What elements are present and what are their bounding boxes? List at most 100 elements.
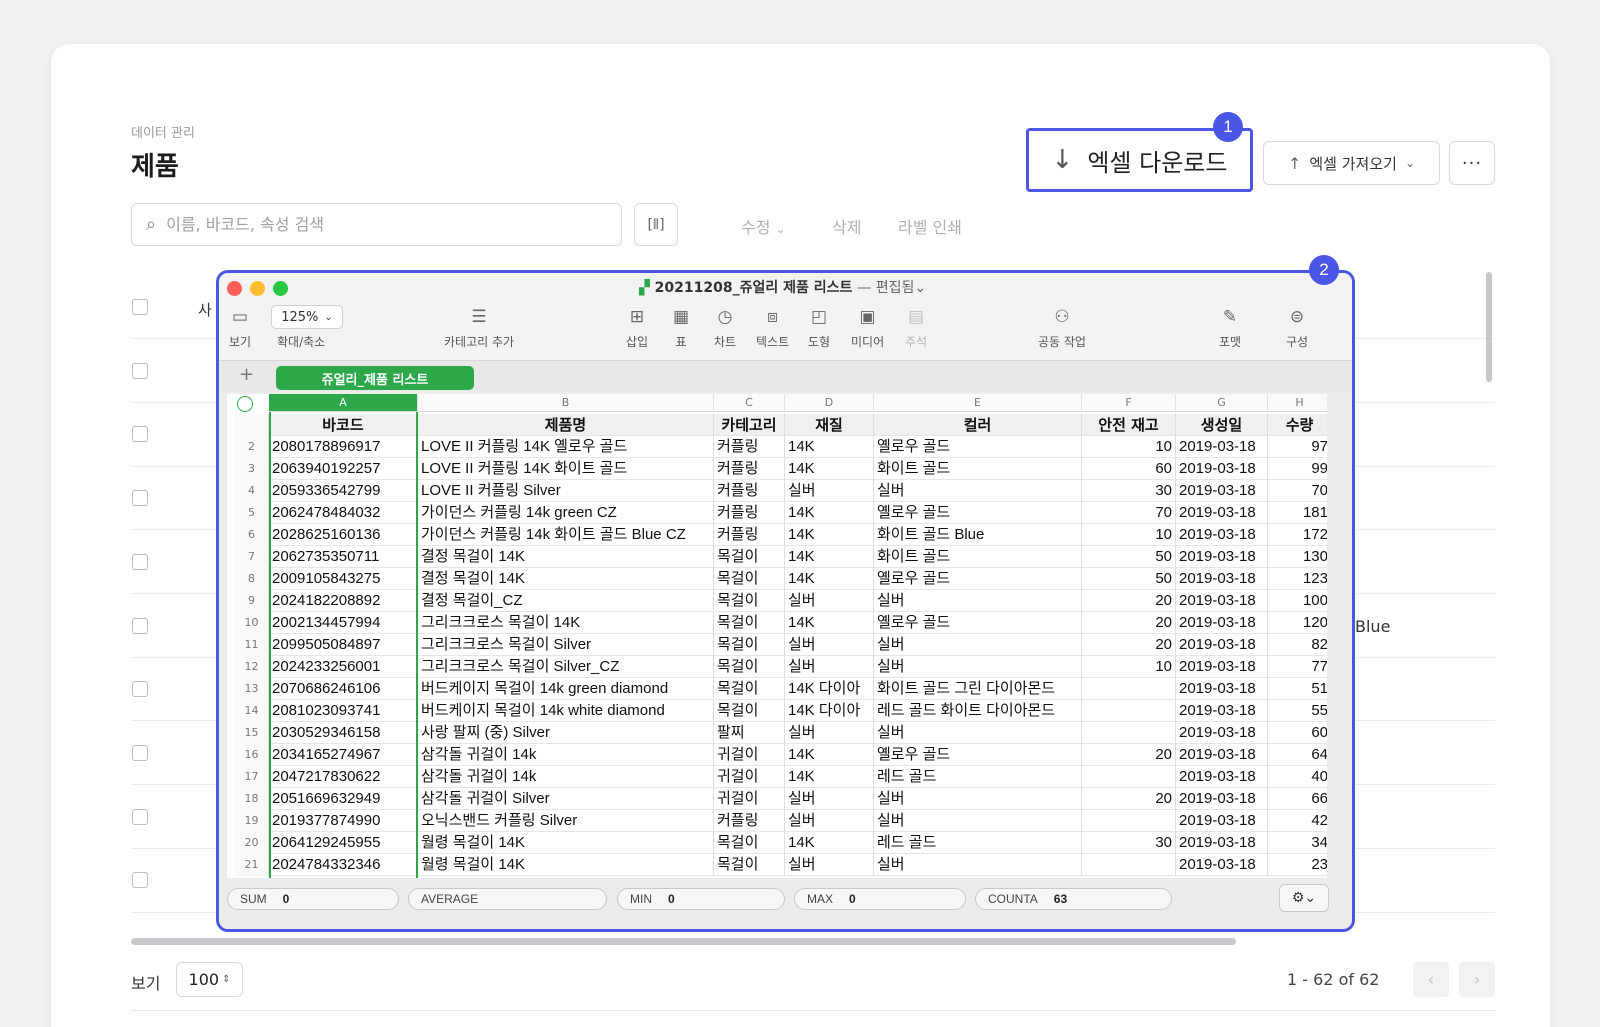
table-cell[interactable]: 23 <box>1268 854 1327 876</box>
sheet-tab[interactable]: 쥬얼리_제품 리스트 <box>276 366 474 390</box>
table-cell[interactable]: 옐로우 골드 <box>874 436 1082 458</box>
table-cell[interactable]: 실버 <box>874 590 1082 612</box>
table-cell[interactable]: 커플링 <box>714 480 785 502</box>
row-number[interactable]: 11 <box>235 634 269 656</box>
table-cell[interactable]: 99 <box>1268 458 1327 480</box>
toolbar-insert[interactable]: ⊞ 삽입 <box>626 305 648 350</box>
table-cell[interactable]: 2062478484032 <box>269 502 418 524</box>
table-cell[interactable]: 버드케이지 목걸이 14k green diamond <box>418 678 714 700</box>
row-checkbox[interactable] <box>132 681 148 697</box>
table-cell[interactable]: LOVE II 커플링 Silver <box>418 480 714 502</box>
table-cell[interactable]: 2063940192257 <box>269 458 418 480</box>
table-cell[interactable]: 목걸이 <box>714 700 785 722</box>
table-cell[interactable]: 커플링 <box>714 502 785 524</box>
table-cell[interactable]: 2019-03-18 <box>1176 766 1268 788</box>
table-cell[interactable]: 2019-03-18 <box>1176 568 1268 590</box>
table-cell[interactable]: 2024182208892 <box>269 590 418 612</box>
spreadsheet-window[interactable]: ▞ 20211208_쥬얼리 제품 리스트 — 편집됨⌄ ▭ 보기 125% ⌄… <box>216 270 1355 932</box>
table-cell[interactable]: 팔찌 <box>714 722 785 744</box>
table-cell[interactable]: 커플링 <box>714 810 785 832</box>
table-cell[interactable]: 20 <box>1082 744 1176 766</box>
table-cell[interactable]: 목걸이 <box>714 854 785 876</box>
table-cell[interactable]: 실버 <box>785 810 874 832</box>
toolbar-shape[interactable]: ◰ 도형 <box>808 305 830 350</box>
row-number[interactable]: 3 <box>235 458 269 480</box>
header-cell[interactable]: 카테고리 <box>714 414 785 436</box>
table-cell[interactable]: 20 <box>1082 590 1176 612</box>
row-number[interactable]: 16 <box>235 744 269 766</box>
table-cell[interactable]: 2019-03-18 <box>1176 722 1268 744</box>
table-cell[interactable]: 실버 <box>785 480 874 502</box>
row-number[interactable]: 14 <box>235 700 269 722</box>
table-cell[interactable]: 옐로우 골드 <box>874 568 1082 590</box>
column-header[interactable]: F <box>1082 394 1176 412</box>
table-cell[interactable]: LOVE II 커플링 14K 화이트 골드 <box>418 458 714 480</box>
row-number[interactable]: 10 <box>235 612 269 634</box>
document-title[interactable]: ▞ 20211208_쥬얼리 제품 리스트 — 편집됨⌄ <box>639 277 926 297</box>
table-cell[interactable]: 30 <box>1082 832 1176 854</box>
table-cell[interactable]: 그리크크로스 목걸이 Silver <box>418 634 714 656</box>
stat-average[interactable]: AVERAGE <box>408 888 607 910</box>
table-cell[interactable]: 실버 <box>874 480 1082 502</box>
zoom-select[interactable]: 125% ⌄ <box>271 305 343 329</box>
table-cell[interactable]: 화이트 골드 <box>874 546 1082 568</box>
stat-sum[interactable]: SUM 0 <box>227 888 399 910</box>
table-cell[interactable]: 커플링 <box>714 436 785 458</box>
horizontal-scrollbar[interactable] <box>131 938 1236 945</box>
table-cell[interactable]: 55 <box>1268 700 1327 722</box>
breadcrumb[interactable]: 데이터 관리 <box>131 122 195 141</box>
table-cell[interactable]: 2019-03-18 <box>1176 590 1268 612</box>
table-cell[interactable]: 실버 <box>874 656 1082 678</box>
table-cell[interactable]: 레드 골드 <box>874 832 1082 854</box>
table-cell[interactable]: 2019-03-18 <box>1176 458 1268 480</box>
table-cell[interactable]: 181 <box>1268 502 1327 524</box>
table-cell[interactable]: 64 <box>1268 744 1327 766</box>
column-header[interactable]: C <box>714 394 785 412</box>
more-button[interactable]: ··· <box>1449 141 1495 185</box>
column-header[interactable]: B <box>418 394 714 412</box>
table-cell[interactable]: 월령 목걸이 14K <box>418 832 714 854</box>
row-number[interactable]: 5 <box>235 502 269 524</box>
table-cell[interactable]: 삼각돌 귀걸이 Silver <box>418 788 714 810</box>
table-cell[interactable]: 70 <box>1082 502 1176 524</box>
table-cell[interactable]: 버드케이지 목걸이 14k white diamond <box>418 700 714 722</box>
table-cell[interactable]: 172 <box>1268 524 1327 546</box>
table-cell[interactable]: 10 <box>1082 524 1176 546</box>
table-cell[interactable]: 실버 <box>785 590 874 612</box>
table-cell[interactable]: 2019377874990 <box>269 810 418 832</box>
table-cell[interactable]: 14K <box>785 832 874 854</box>
table-cell[interactable]: 2019-03-18 <box>1176 788 1268 810</box>
row-number[interactable]: 7 <box>235 546 269 568</box>
row-number[interactable]: 8 <box>235 568 269 590</box>
table-cell[interactable]: 14K <box>785 436 874 458</box>
row-checkbox[interactable] <box>132 363 148 379</box>
table-cell[interactable]: 70 <box>1268 480 1327 502</box>
table-cell[interactable]: 10 <box>1082 436 1176 458</box>
table-cell[interactable]: 40 <box>1268 766 1327 788</box>
table-cell[interactable]: 목걸이 <box>714 832 785 854</box>
table-cell[interactable]: 2064129245955 <box>269 832 418 854</box>
table-cell[interactable]: 삼각돌 귀걸이 14k <box>418 766 714 788</box>
edit-action[interactable]: 수정 ⌄ <box>741 214 786 238</box>
table-handle-icon[interactable] <box>237 396 253 412</box>
table-cell[interactable] <box>1082 766 1176 788</box>
table-cell[interactable]: 실버 <box>785 722 874 744</box>
table-cell[interactable]: 가이던스 커플링 14k green CZ <box>418 502 714 524</box>
table-cell[interactable]: 14K <box>785 502 874 524</box>
table-cell[interactable]: 2028625160136 <box>269 524 418 546</box>
header-cell[interactable]: 재질 <box>785 414 874 436</box>
table-cell[interactable]: 2051669632949 <box>269 788 418 810</box>
table-cell[interactable]: 10 <box>1082 656 1176 678</box>
table-cell[interactable]: 옐로우 골드 <box>874 612 1082 634</box>
table-cell[interactable]: 목걸이 <box>714 612 785 634</box>
table-cell[interactable]: 2019-03-18 <box>1176 502 1268 524</box>
row-checkbox[interactable] <box>132 745 148 761</box>
row-checkbox[interactable] <box>132 872 148 888</box>
zoom-window-button[interactable] <box>273 281 288 296</box>
prev-page-button[interactable]: ‹ <box>1413 962 1449 997</box>
table-cell[interactable]: 2009105843275 <box>269 568 418 590</box>
table-cell[interactable]: 실버 <box>785 656 874 678</box>
table-cell[interactable]: 14K <box>785 568 874 590</box>
table-cell[interactable]: 귀걸이 <box>714 766 785 788</box>
table-cell[interactable]: 2030529346158 <box>269 722 418 744</box>
